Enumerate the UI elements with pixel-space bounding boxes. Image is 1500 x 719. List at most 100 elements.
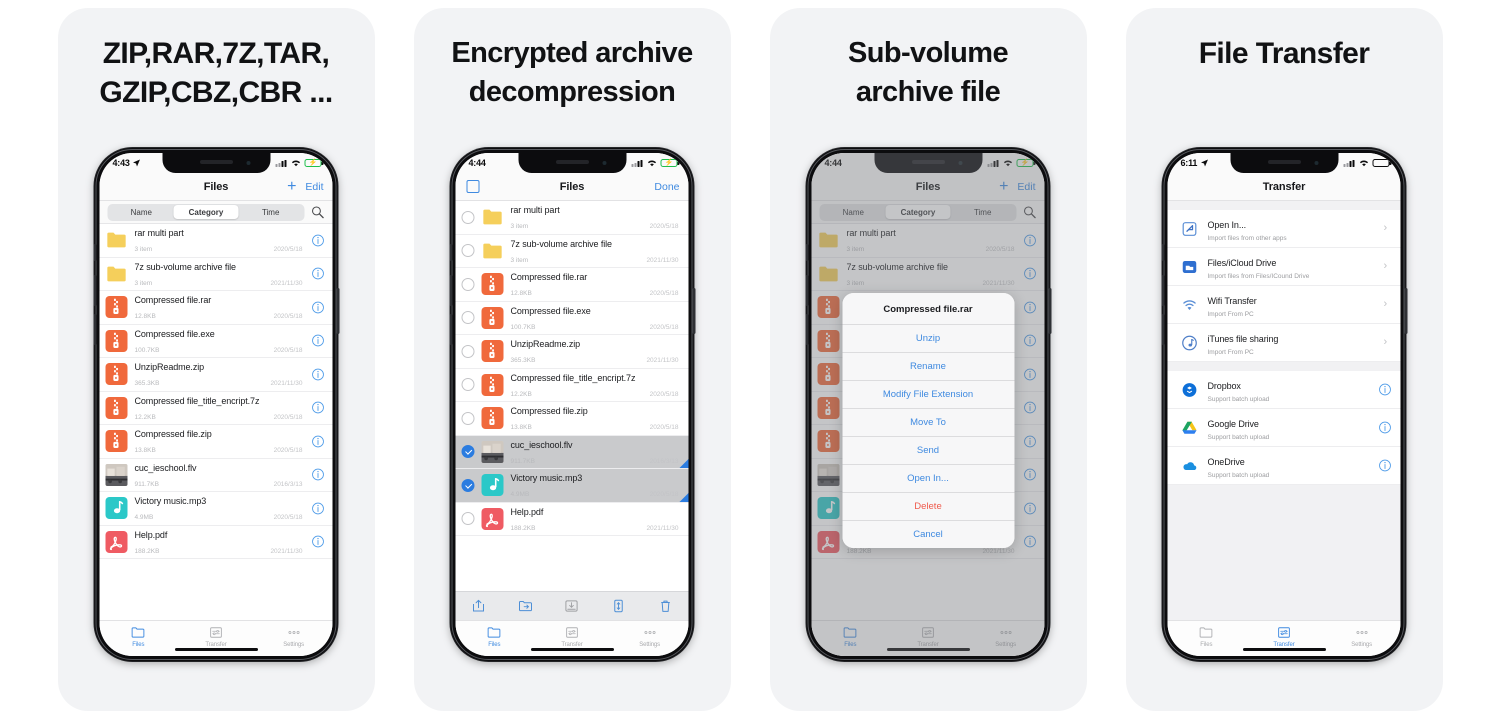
row-checkbox[interactable] [461,344,475,358]
silent-switch[interactable] [805,244,808,261]
silent-switch[interactable] [1161,244,1164,261]
list-item[interactable]: OneDrive Support batch upload [1167,447,1401,485]
table-row[interactable]: Compressed file.zip 13.8KB 2020/5/18 [455,402,689,436]
import-sources-group[interactable]: Open In... Import files from other apps … [1167,210,1401,362]
table-row[interactable]: UnzipReadme.zip 365.3KB 2021/11/30 [455,335,689,369]
transfer-scroll[interactable]: Open In... Import files from other apps … [1167,201,1401,620]
table-row[interactable]: Compressed file.exe 100.7KB 2020/5/18 [99,325,333,358]
table-row[interactable]: Compressed file_title_encript.7z 12.2KB … [99,392,333,425]
row-checkbox[interactable] [461,445,475,459]
volume-up-button[interactable] [805,275,808,306]
info-icon[interactable] [1379,459,1392,472]
row-checkbox[interactable] [461,311,475,325]
tab-transfer[interactable]: Transfer [188,625,244,648]
trash-icon[interactable] [657,598,673,614]
table-row[interactable]: Compressed file.rar 12.8KB 2020/5/18 [99,291,333,325]
info-icon[interactable] [1379,421,1392,434]
volume-up-button[interactable] [93,275,96,306]
file-list-1[interactable]: rar multi part 3 item 2020/5/18 7z sub-v… [99,224,333,620]
table-row[interactable]: Help.pdf 188.2KB 2021/11/30 [455,503,689,536]
action-open-in[interactable]: Open In... [842,465,1014,493]
info-icon[interactable] [312,535,325,548]
done-button[interactable]: Done [654,181,679,193]
add-button[interactable]: + [287,178,296,195]
table-row[interactable]: Help.pdf 188.2KB 2021/11/30 [99,526,333,559]
row-checkbox[interactable] [461,478,475,492]
volume-up-button[interactable] [449,275,452,306]
list-item[interactable]: Open In... Import files from other apps … [1167,210,1401,248]
share-icon[interactable] [471,598,487,614]
table-row[interactable]: Compressed file_title_encript.7z 12.2KB … [455,369,689,402]
info-icon[interactable] [312,468,325,481]
action-send[interactable]: Send [842,437,1014,465]
action-sheet[interactable]: Compressed file.rar Unzip Rename Modify Fi… [842,293,1014,548]
cloud-services-group[interactable]: Dropbox Support batch upload Google Driv… [1167,371,1401,485]
tab-transfer[interactable]: Transfer [1256,625,1312,648]
segment-category[interactable]: Category [173,205,239,219]
volume-down-button[interactable] [449,314,452,345]
table-row[interactable]: 7z sub-volume archive file 3 item 2021/1… [455,235,689,268]
list-item[interactable]: iTunes file sharing Import From PC › [1167,324,1401,362]
row-checkbox[interactable] [461,210,475,224]
list-item[interactable]: Dropbox Support batch upload [1167,371,1401,409]
tab-files[interactable]: Files [466,625,522,648]
segment-name[interactable]: Name [109,205,174,219]
edit-button[interactable]: Edit [305,181,323,193]
volume-up-button[interactable] [1161,275,1164,306]
compress-icon[interactable] [611,598,627,614]
action-delete[interactable]: Delete [842,493,1014,521]
action-move-to[interactable]: Move To [842,409,1014,437]
info-icon[interactable] [312,301,325,314]
power-button[interactable] [692,288,695,334]
silent-switch[interactable] [93,244,96,261]
power-button[interactable] [1048,288,1051,334]
select-all-checkbox[interactable] [466,180,480,193]
info-icon[interactable] [312,502,325,515]
action-unzip[interactable]: Unzip [842,325,1014,353]
power-button[interactable] [1404,288,1407,334]
info-icon[interactable] [312,234,325,247]
info-icon[interactable] [1379,383,1392,396]
info-icon[interactable] [312,368,325,381]
list-item[interactable]: Google Drive Support batch upload [1167,409,1401,447]
table-row[interactable]: UnzipReadme.zip 365.3KB 2021/11/30 [99,358,333,392]
list-item[interactable]: Wifi Transfer Import From PC › [1167,286,1401,324]
volume-down-button[interactable] [1161,314,1164,345]
row-checkbox[interactable] [461,244,475,258]
row-checkbox[interactable] [461,277,475,291]
action-modify-file-extension[interactable]: Modify File Extension [842,381,1014,409]
segment-time[interactable]: Time [238,205,303,219]
silent-switch[interactable] [449,244,452,261]
table-row[interactable]: Compressed file.exe 100.7KB 2020/5/18 [455,302,689,335]
tab-settings[interactable]: Settings [266,625,322,648]
list-item[interactable]: Files/iCloud Drive Import files from Fil… [1167,248,1401,286]
info-icon[interactable] [312,334,325,347]
info-icon[interactable] [312,435,325,448]
tab-files[interactable]: Files [110,625,166,648]
table-row[interactable]: Victory music.mp3 4.9MB 2020/5/18 [99,492,333,526]
tab-settings[interactable]: Settings [622,625,678,648]
row-checkbox[interactable] [461,512,475,526]
volume-down-button[interactable] [805,314,808,345]
info-icon[interactable] [312,401,325,414]
move-to-folder-icon[interactable] [517,598,533,614]
table-row[interactable]: Compressed file.rar 12.8KB 2020/5/18 [455,268,689,302]
info-icon[interactable] [312,267,325,280]
tab-transfer[interactable]: Transfer [544,625,600,648]
search-icon[interactable] [311,205,325,219]
table-row[interactable]: rar multi part 3 item 2020/5/18 [99,224,333,258]
segmented-control[interactable]: Name Category Time [107,203,305,221]
table-row[interactable]: rar multi part 3 item 2020/5/18 [455,201,689,235]
table-row[interactable]: cuc_ieschool.flv 911.7KB 2016/3/13 [99,459,333,492]
row-checkbox[interactable] [461,378,475,392]
table-row[interactable]: Compressed file.zip 13.8KB 2020/5/18 [99,425,333,459]
tab-settings[interactable]: Settings [1334,625,1390,648]
table-row[interactable]: cuc_ieschool.flv 911.7KB 2016/3/13 [455,435,689,469]
action-cancel[interactable]: Cancel [842,521,1014,548]
edit-toolbar[interactable] [455,591,689,620]
power-button[interactable] [336,288,339,334]
row-checkbox[interactable] [461,411,475,425]
file-list-2[interactable]: rar multi part 3 item 2020/5/18 7z sub-v… [455,201,689,591]
volume-down-button[interactable] [93,314,96,345]
action-rename[interactable]: Rename [842,353,1014,381]
